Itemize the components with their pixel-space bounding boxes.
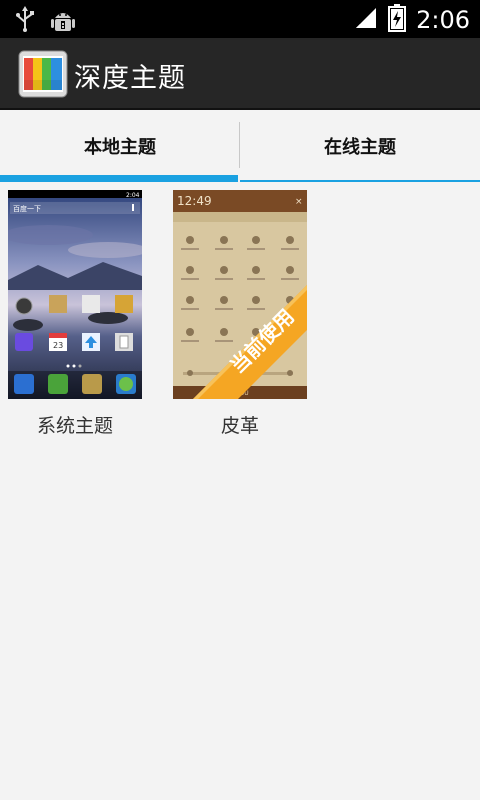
usb-icon xyxy=(14,6,36,38)
theme-name: 皮革 xyxy=(220,415,259,437)
theme-item-system[interactable]: 2:04 百度一下 23 系统主题 xyxy=(8,190,142,438)
app-title: 深度主题 xyxy=(74,63,186,94)
theme-grid: 2:04 百度一下 23 系统主题 12:49 × 当前使用 皮革 xyxy=(0,182,480,800)
preview-calendar-day: 23 xyxy=(53,341,63,350)
preview-status-time: 2:04 xyxy=(126,192,140,199)
tab-online-themes[interactable]: 在线主题 xyxy=(240,110,480,182)
theme-name: 系统主题 xyxy=(36,415,113,437)
svg-text:×: × xyxy=(295,197,303,207)
preview-clock: 12:49 xyxy=(177,194,212,208)
tab-bar: 本地主题 在线主题 xyxy=(0,110,480,182)
android-debug-icon xyxy=(50,6,76,38)
tab-local-themes[interactable]: 本地主题 xyxy=(0,110,240,182)
preview-search-text: 百度一下 xyxy=(13,204,41,213)
theme-app-icon[interactable] xyxy=(18,50,68,98)
tab-selected-indicator xyxy=(0,175,238,182)
theme-preview-leather[interactable]: 12:49 × 当前使用 xyxy=(173,190,307,399)
action-bar: 深度主题 xyxy=(0,38,480,110)
status-bar: 2:06 xyxy=(0,0,480,38)
battery-charging-icon xyxy=(388,4,407,36)
theme-item-leather[interactable]: 12:49 × 当前使用 皮革 xyxy=(173,190,307,438)
theme-preview-system[interactable]: 2:04 百度一下 23 xyxy=(8,190,142,399)
signal-icon xyxy=(354,6,378,34)
status-time: 2:06 xyxy=(416,6,470,34)
